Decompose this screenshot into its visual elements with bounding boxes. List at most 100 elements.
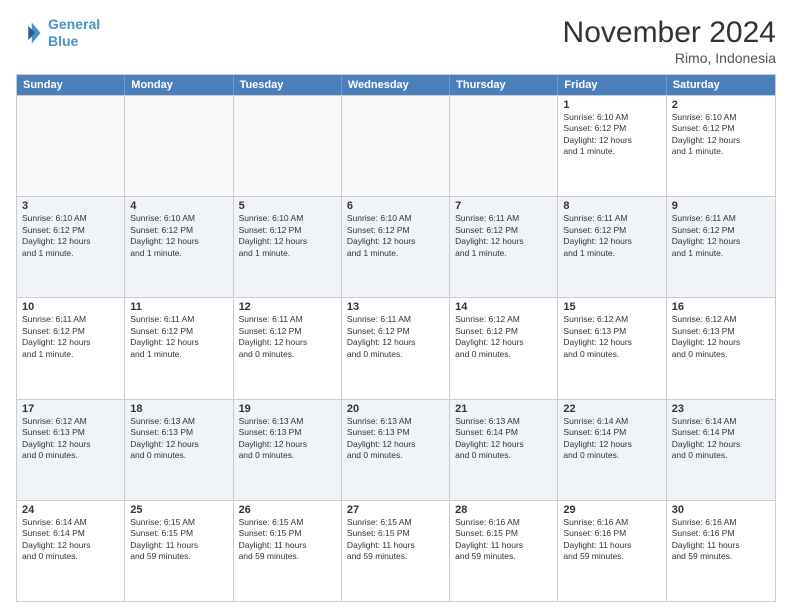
- day-number: 6: [347, 200, 444, 212]
- calendar-cell: 15Sunrise: 6:12 AM Sunset: 6:13 PM Dayli…: [558, 298, 666, 398]
- logo: General Blue: [16, 16, 100, 50]
- cell-info: Sunrise: 6:16 AM Sunset: 6:15 PM Dayligh…: [455, 517, 552, 563]
- cell-info: Sunrise: 6:14 AM Sunset: 6:14 PM Dayligh…: [672, 416, 770, 462]
- calendar-cell: 2Sunrise: 6:10 AM Sunset: 6:12 PM Daylig…: [667, 96, 775, 196]
- calendar-cell: 26Sunrise: 6:15 AM Sunset: 6:15 PM Dayli…: [234, 501, 342, 601]
- day-number: 22: [563, 403, 660, 415]
- calendar-cell: [125, 96, 233, 196]
- calendar-cell: 29Sunrise: 6:16 AM Sunset: 6:16 PM Dayli…: [558, 501, 666, 601]
- calendar-body: 1Sunrise: 6:10 AM Sunset: 6:12 PM Daylig…: [17, 95, 775, 601]
- cell-info: Sunrise: 6:10 AM Sunset: 6:12 PM Dayligh…: [239, 213, 336, 259]
- calendar-cell: [450, 96, 558, 196]
- weekday-header: Thursday: [450, 75, 558, 95]
- day-number: 8: [563, 200, 660, 212]
- weekday-header: Saturday: [667, 75, 775, 95]
- day-number: 1: [563, 99, 660, 111]
- cell-info: Sunrise: 6:10 AM Sunset: 6:12 PM Dayligh…: [347, 213, 444, 259]
- day-number: 30: [672, 504, 770, 516]
- cell-info: Sunrise: 6:14 AM Sunset: 6:14 PM Dayligh…: [563, 416, 660, 462]
- calendar-cell: 19Sunrise: 6:13 AM Sunset: 6:13 PM Dayli…: [234, 400, 342, 500]
- calendar-cell: 8Sunrise: 6:11 AM Sunset: 6:12 PM Daylig…: [558, 197, 666, 297]
- calendar-cell: 30Sunrise: 6:16 AM Sunset: 6:16 PM Dayli…: [667, 501, 775, 601]
- day-number: 29: [563, 504, 660, 516]
- cell-info: Sunrise: 6:14 AM Sunset: 6:14 PM Dayligh…: [22, 517, 119, 563]
- calendar-row: 3 Sunrise: 6:10 AM Sunset: 6:12 PM Daylig…: [17, 196, 775, 297]
- cell-info: Sunrise: 6:12 AM Sunset: 6:12 PM Dayligh…: [455, 314, 552, 360]
- calendar-cell: 22Sunrise: 6:14 AM Sunset: 6:14 PM Dayli…: [558, 400, 666, 500]
- calendar-cell: 16Sunrise: 6:12 AM Sunset: 6:13 PM Dayli…: [667, 298, 775, 398]
- calendar-cell: 12Sunrise: 6:11 AM Sunset: 6:12 PM Dayli…: [234, 298, 342, 398]
- day-number: 24: [22, 504, 119, 516]
- calendar-cell: 24Sunrise: 6:14 AM Sunset: 6:14 PM Dayli…: [17, 501, 125, 601]
- day-number: 3: [22, 200, 119, 212]
- day-number: 17: [22, 403, 119, 415]
- cell-info: Sunrise: 6:16 AM Sunset: 6:16 PM Dayligh…: [672, 517, 770, 563]
- day-number: 7: [455, 200, 552, 212]
- calendar-cell: [17, 96, 125, 196]
- day-number: 28: [455, 504, 552, 516]
- cell-info: Sunrise: 6:13 AM Sunset: 6:14 PM Dayligh…: [455, 416, 552, 462]
- cell-info: Sunrise: 6:10 AM Sunset: 6:12 PM Dayligh…: [563, 112, 660, 158]
- calendar-row: 24Sunrise: 6:14 AM Sunset: 6:14 PM Dayli…: [17, 500, 775, 601]
- cell-info: Sunrise: 6:10 AM Sunset: 6:12 PM Dayligh…: [130, 213, 227, 259]
- cell-info: Sunrise: 6:11 AM Sunset: 6:12 PM Dayligh…: [130, 314, 227, 360]
- calendar-cell: 18Sunrise: 6:13 AM Sunset: 6:13 PM Dayli…: [125, 400, 233, 500]
- day-number: 14: [455, 301, 552, 313]
- day-number: 19: [239, 403, 336, 415]
- location: Rimo, Indonesia: [563, 50, 776, 66]
- day-number: 23: [672, 403, 770, 415]
- cell-info: Sunrise: 6:11 AM Sunset: 6:12 PM Dayligh…: [563, 213, 660, 259]
- weekday-header: Friday: [558, 75, 666, 95]
- cell-info: Sunrise: 6:15 AM Sunset: 6:15 PM Dayligh…: [347, 517, 444, 563]
- logo-line1: General: [48, 16, 100, 32]
- calendar-cell: 23Sunrise: 6:14 AM Sunset: 6:14 PM Dayli…: [667, 400, 775, 500]
- cell-info: Sunrise: 6:12 AM Sunset: 6:13 PM Dayligh…: [563, 314, 660, 360]
- cell-info: Sunrise: 6:16 AM Sunset: 6:16 PM Dayligh…: [563, 517, 660, 563]
- cell-info: Sunrise: 6:15 AM Sunset: 6:15 PM Dayligh…: [239, 517, 336, 563]
- cell-info: Sunrise: 6:10 AM Sunset: 6:12 PM Dayligh…: [672, 112, 770, 158]
- cell-info: Sunrise: 6:11 AM Sunset: 6:12 PM Dayligh…: [22, 314, 119, 360]
- calendar-cell: 7Sunrise: 6:11 AM Sunset: 6:12 PM Daylig…: [450, 197, 558, 297]
- calendar-row: 1Sunrise: 6:10 AM Sunset: 6:12 PM Daylig…: [17, 95, 775, 196]
- calendar-cell: 27Sunrise: 6:15 AM Sunset: 6:15 PM Dayli…: [342, 501, 450, 601]
- calendar-cell: [342, 96, 450, 196]
- cell-info: Sunrise: 6:11 AM Sunset: 6:12 PM Dayligh…: [347, 314, 444, 360]
- day-number: 18: [130, 403, 227, 415]
- calendar-cell: 21Sunrise: 6:13 AM Sunset: 6:14 PM Dayli…: [450, 400, 558, 500]
- day-number: 21: [455, 403, 552, 415]
- calendar-cell: 11Sunrise: 6:11 AM Sunset: 6:12 PM Dayli…: [125, 298, 233, 398]
- day-number: 10: [22, 301, 119, 313]
- weekday-header: Tuesday: [234, 75, 342, 95]
- day-number: 20: [347, 403, 444, 415]
- logo-icon: [16, 19, 44, 47]
- day-number: 12: [239, 301, 336, 313]
- cell-info: Sunrise: 6:12 AM Sunset: 6:13 PM Dayligh…: [22, 416, 119, 462]
- calendar-cell: 6Sunrise: 6:10 AM Sunset: 6:12 PM Daylig…: [342, 197, 450, 297]
- day-number: 13: [347, 301, 444, 313]
- calendar-cell: 3Sunrise: 6:10 AM Sunset: 6:12 PM Daylig…: [17, 197, 125, 297]
- calendar-row: 10Sunrise: 6:11 AM Sunset: 6:12 PM Dayli…: [17, 297, 775, 398]
- calendar: SundayMondayTuesdayWednesdayThursdayFrid…: [16, 74, 776, 602]
- day-number: 11: [130, 301, 227, 313]
- cell-info: Sunrise: 6:13 AM Sunset: 6:13 PM Dayligh…: [239, 416, 336, 462]
- calendar-cell: 28Sunrise: 6:16 AM Sunset: 6:15 PM Dayli…: [450, 501, 558, 601]
- title-area: November 2024 Rimo, Indonesia: [563, 16, 776, 66]
- calendar-cell: 5Sunrise: 6:10 AM Sunset: 6:12 PM Daylig…: [234, 197, 342, 297]
- logo-line2: Blue: [48, 33, 78, 49]
- logo-text: General Blue: [48, 16, 100, 50]
- calendar-cell: 17Sunrise: 6:12 AM Sunset: 6:13 PM Dayli…: [17, 400, 125, 500]
- day-number: 25: [130, 504, 227, 516]
- day-number: 4: [130, 200, 227, 212]
- header: General Blue November 2024 Rimo, Indones…: [16, 16, 776, 66]
- day-number: 2: [672, 99, 770, 111]
- day-number: 27: [347, 504, 444, 516]
- weekday-header: Monday: [125, 75, 233, 95]
- day-number: 15: [563, 301, 660, 313]
- calendar-cell: 9Sunrise: 6:11 AM Sunset: 6:12 PM Daylig…: [667, 197, 775, 297]
- cell-info: Sunrise: 6:11 AM Sunset: 6:12 PM Dayligh…: [672, 213, 770, 259]
- calendar-cell: 14Sunrise: 6:12 AM Sunset: 6:12 PM Dayli…: [450, 298, 558, 398]
- calendar-cell: 1Sunrise: 6:10 AM Sunset: 6:12 PM Daylig…: [558, 96, 666, 196]
- weekday-header: Wednesday: [342, 75, 450, 95]
- calendar-header: SundayMondayTuesdayWednesdayThursdayFrid…: [17, 75, 775, 95]
- weekday-header: Sunday: [17, 75, 125, 95]
